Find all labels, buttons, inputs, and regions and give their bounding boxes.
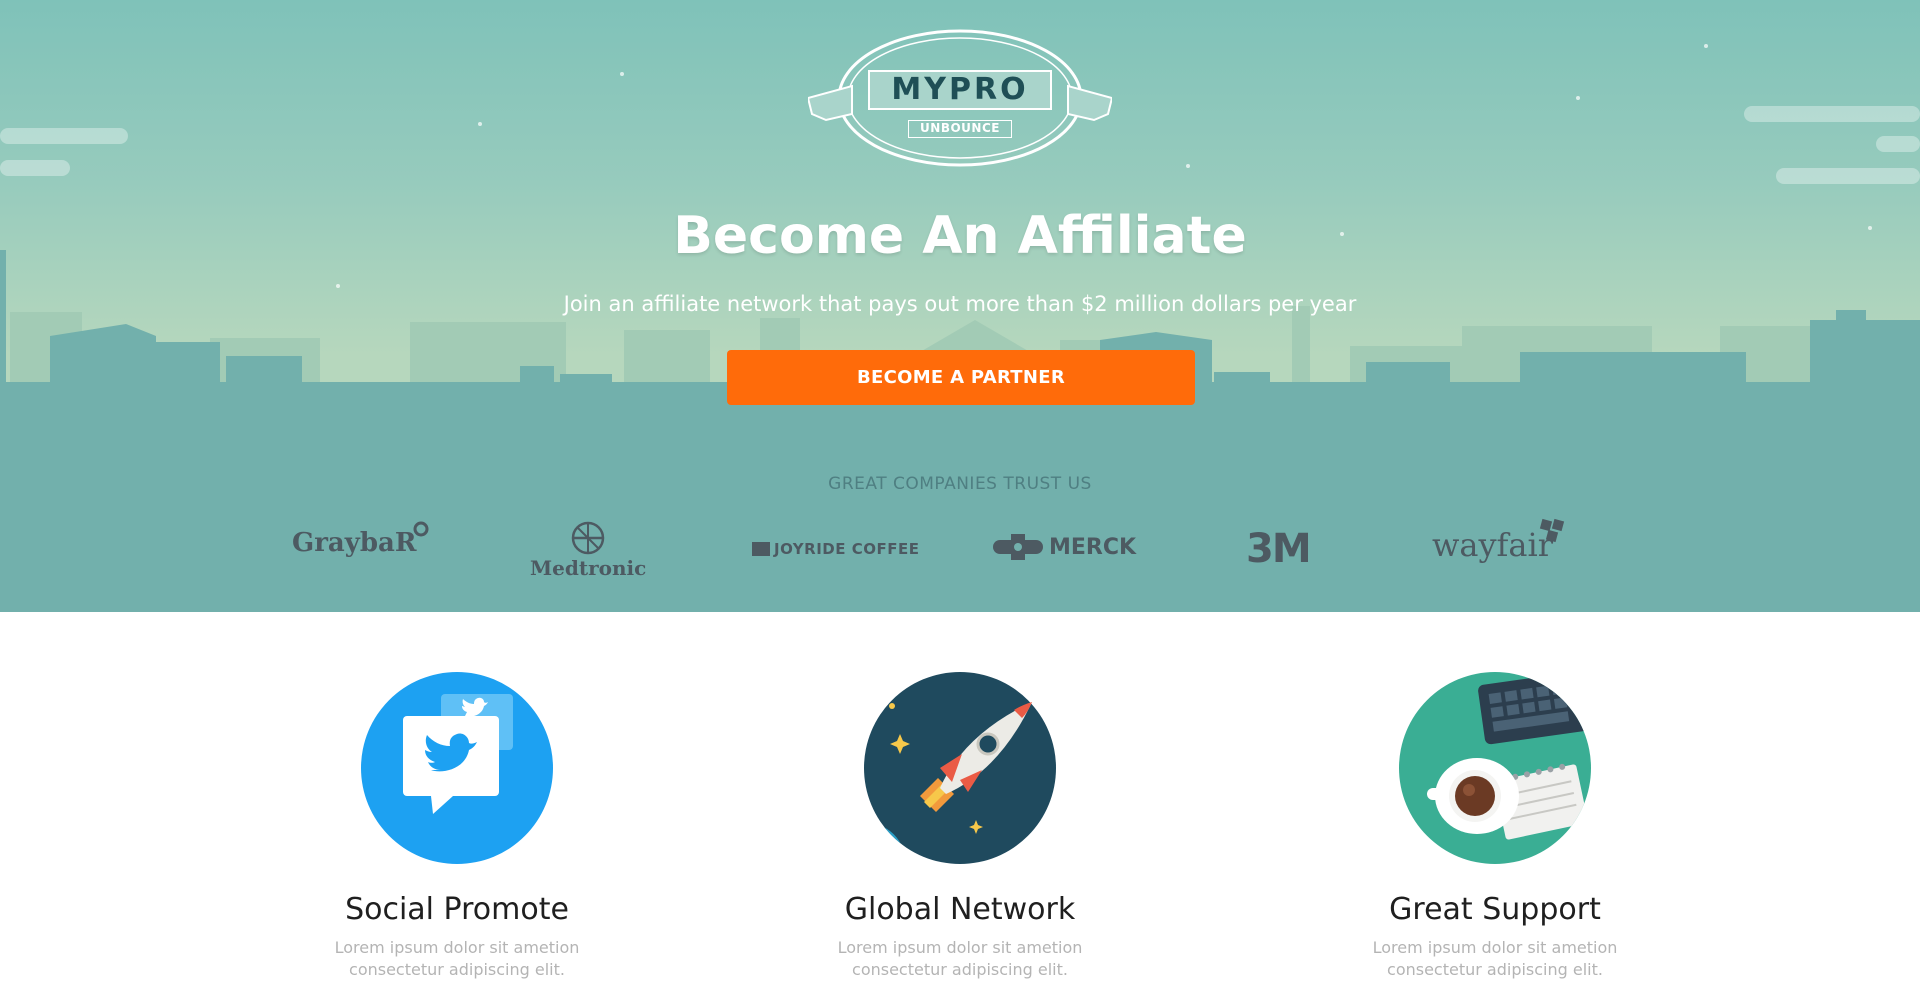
feature-description-line: Lorem ipsum dolor sit ametion	[334, 938, 580, 957]
feature-description: Lorem ipsum dolor sit ametion consectetu…	[247, 937, 667, 981]
3m-logo[interactable]: 3M	[1246, 526, 1312, 572]
feature-description-line: consectetur adipiscing elit.	[1387, 960, 1603, 979]
badge-subtitle: UNBOUNCE	[908, 120, 1012, 138]
merck-logo[interactable]: MERCK	[993, 534, 1136, 560]
twitter-chat-icon	[361, 672, 553, 864]
feature-title: Global Network	[844, 892, 1076, 927]
feature-great-support: Great Support Lorem ipsum dolor sit amet…	[1285, 672, 1705, 981]
feature-description-line: consectetur adipiscing elit.	[349, 960, 565, 979]
merck-mark-icon	[993, 534, 1043, 560]
feature-social-promote: Social Promote Lorem ipsum dolor sit ame…	[247, 672, 667, 981]
wayfair-logo-text: wayfair	[1432, 526, 1553, 564]
feature-description-line: Lorem ipsum dolor sit ametion	[1372, 938, 1618, 957]
feature-description-line: Lorem ipsum dolor sit ametion	[837, 938, 1083, 957]
hero-section: MYPRO UNBOUNCE Become An Affiliate Join …	[0, 0, 1920, 612]
joyride-logo-text: JOYRIDE COFFEE	[774, 540, 920, 558]
medtronic-logo[interactable]: Medtronic	[530, 520, 646, 580]
trust-heading: GREAT COMPANIES TRUST US	[828, 474, 1092, 494]
features-section: Social Promote Lorem ipsum dolor sit ame…	[0, 612, 1920, 979]
become-partner-button[interactable]: BECOME A PARTNER	[727, 350, 1195, 405]
badge-title: MYPRO	[868, 70, 1052, 110]
wayfair-logo[interactable]: wayfair	[1432, 518, 1569, 564]
feature-description: Lorem ipsum dolor sit ametion consectetu…	[1285, 937, 1705, 981]
merck-logo-text: MERCK	[1049, 534, 1137, 560]
coffee-keyboard-icon	[1399, 672, 1591, 864]
feature-title: Social Promote	[345, 892, 569, 927]
feature-title: Great Support	[1389, 892, 1601, 927]
joyride-logo[interactable]: JOYRIDE COFFEE	[752, 540, 919, 558]
hero-title: Become An Affiliate	[673, 206, 1247, 266]
hero-subtitle: Join an affiliate network that pays out …	[563, 292, 1357, 316]
graybar-logo[interactable]: GraybaR	[292, 521, 431, 558]
graybar-mark-icon	[413, 521, 428, 537]
mypro-badge: MYPRO UNBOUNCE	[808, 26, 1112, 168]
graybar-logo-text: GraybaR	[292, 528, 417, 558]
feature-global-network: Global Network Lorem ipsum dolor sit ame…	[750, 672, 1170, 981]
medtronic-mark-icon	[571, 521, 605, 555]
feature-description: Lorem ipsum dolor sit ametion consectetu…	[750, 937, 1170, 981]
feature-description-line: consectetur adipiscing elit.	[852, 960, 1068, 979]
medtronic-logo-text: Medtronic	[530, 556, 647, 580]
wayfair-pinwheel-icon	[1539, 518, 1565, 543]
partner-logos: GraybaR Medtronic JOYRIDE COFFEE MERCK 3…	[0, 518, 1920, 586]
joyride-mark-icon	[752, 542, 770, 556]
rocket-icon	[864, 672, 1056, 864]
3m-logo-text: 3M	[1246, 526, 1312, 572]
